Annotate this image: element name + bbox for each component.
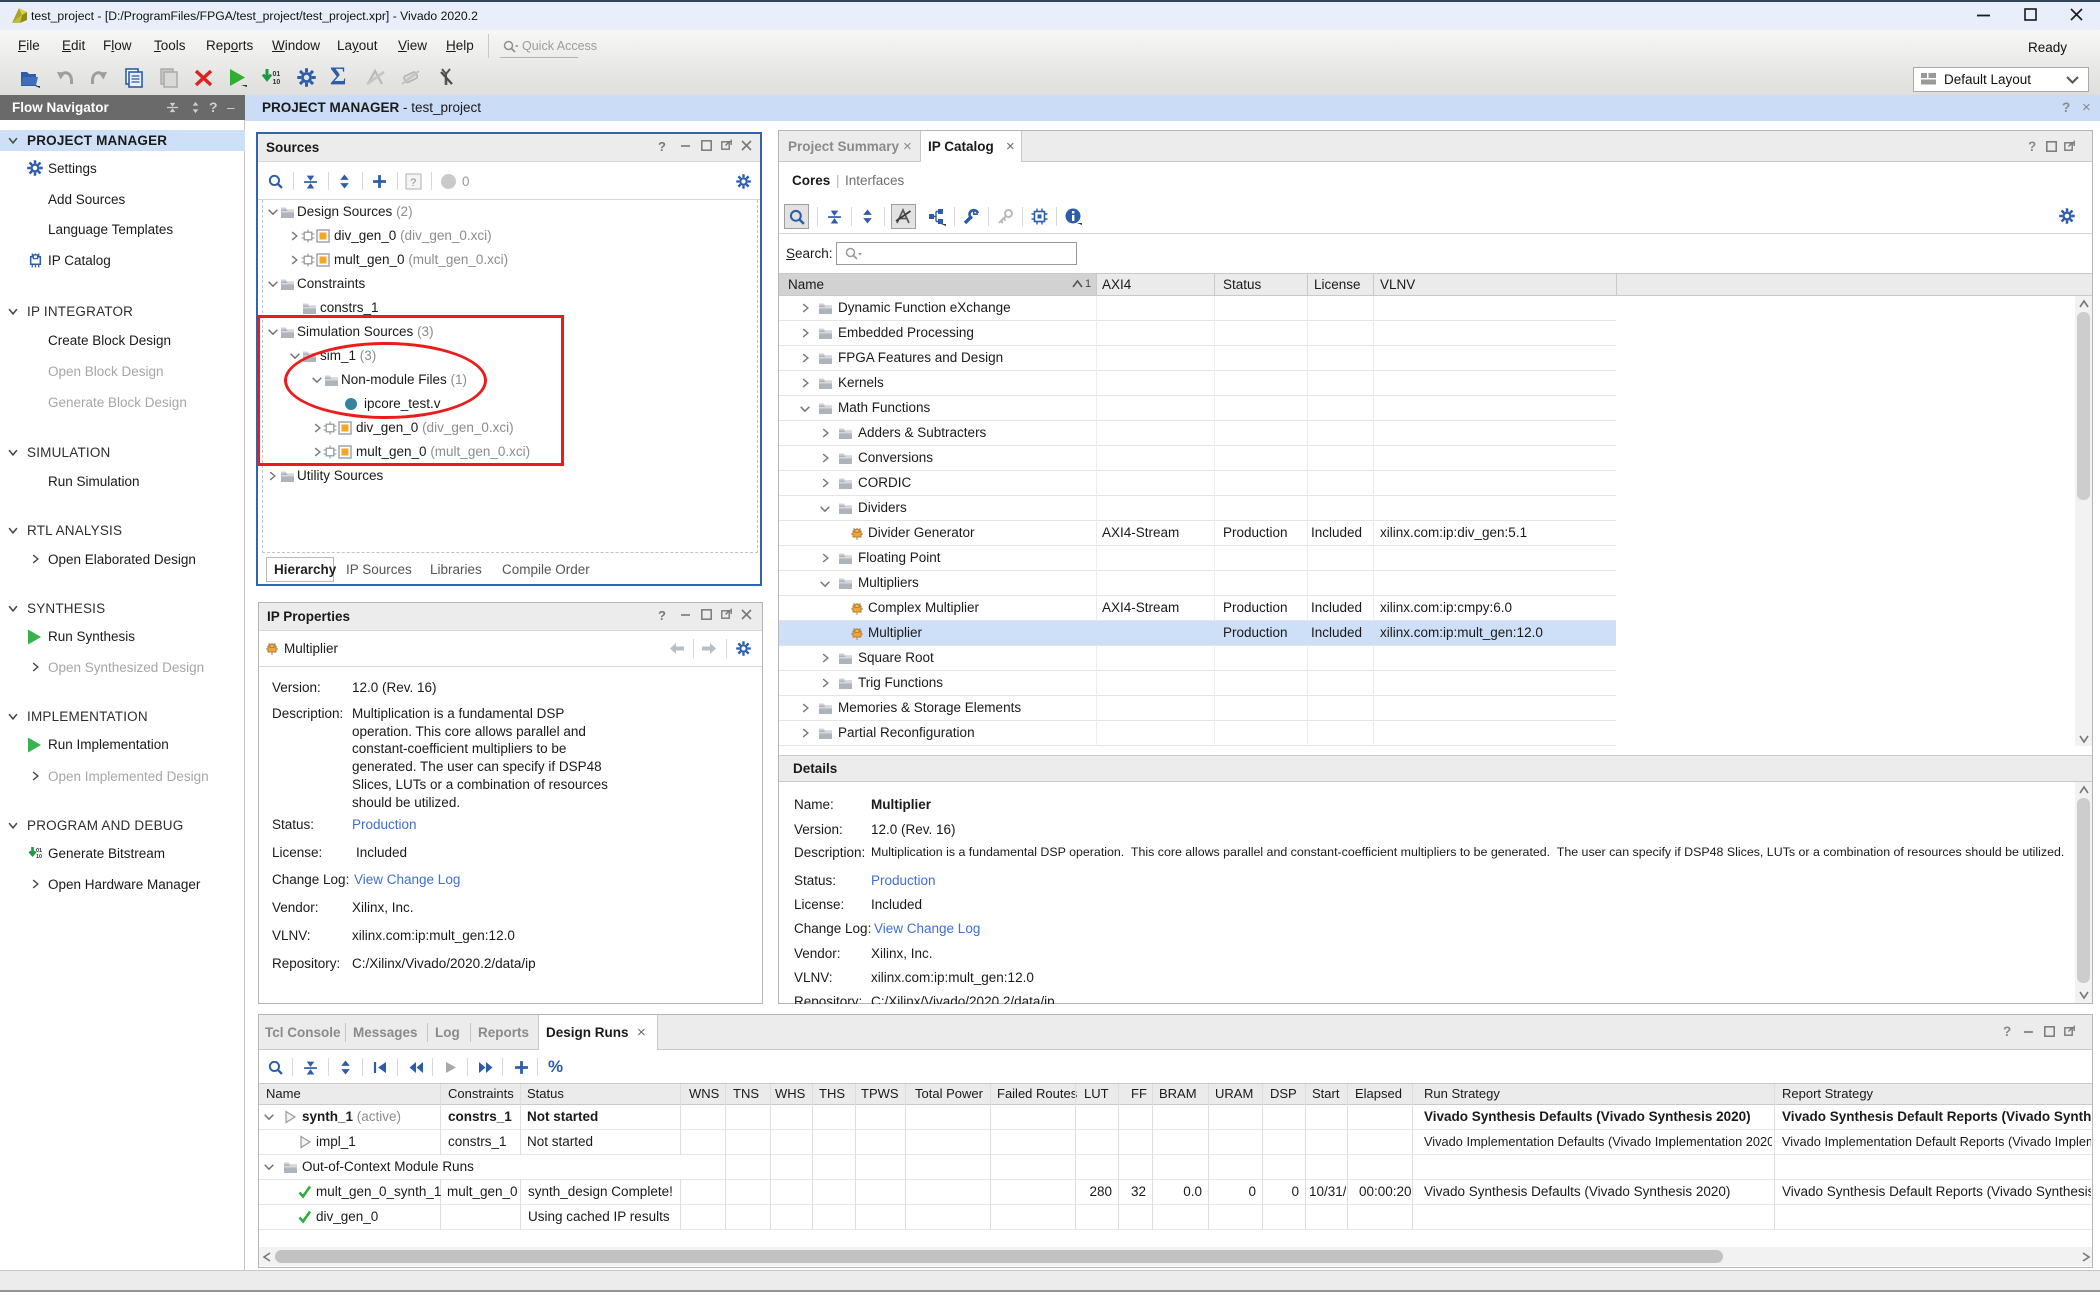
- svg-text:10: 10: [273, 79, 281, 86]
- svg-text:01: 01: [273, 71, 281, 78]
